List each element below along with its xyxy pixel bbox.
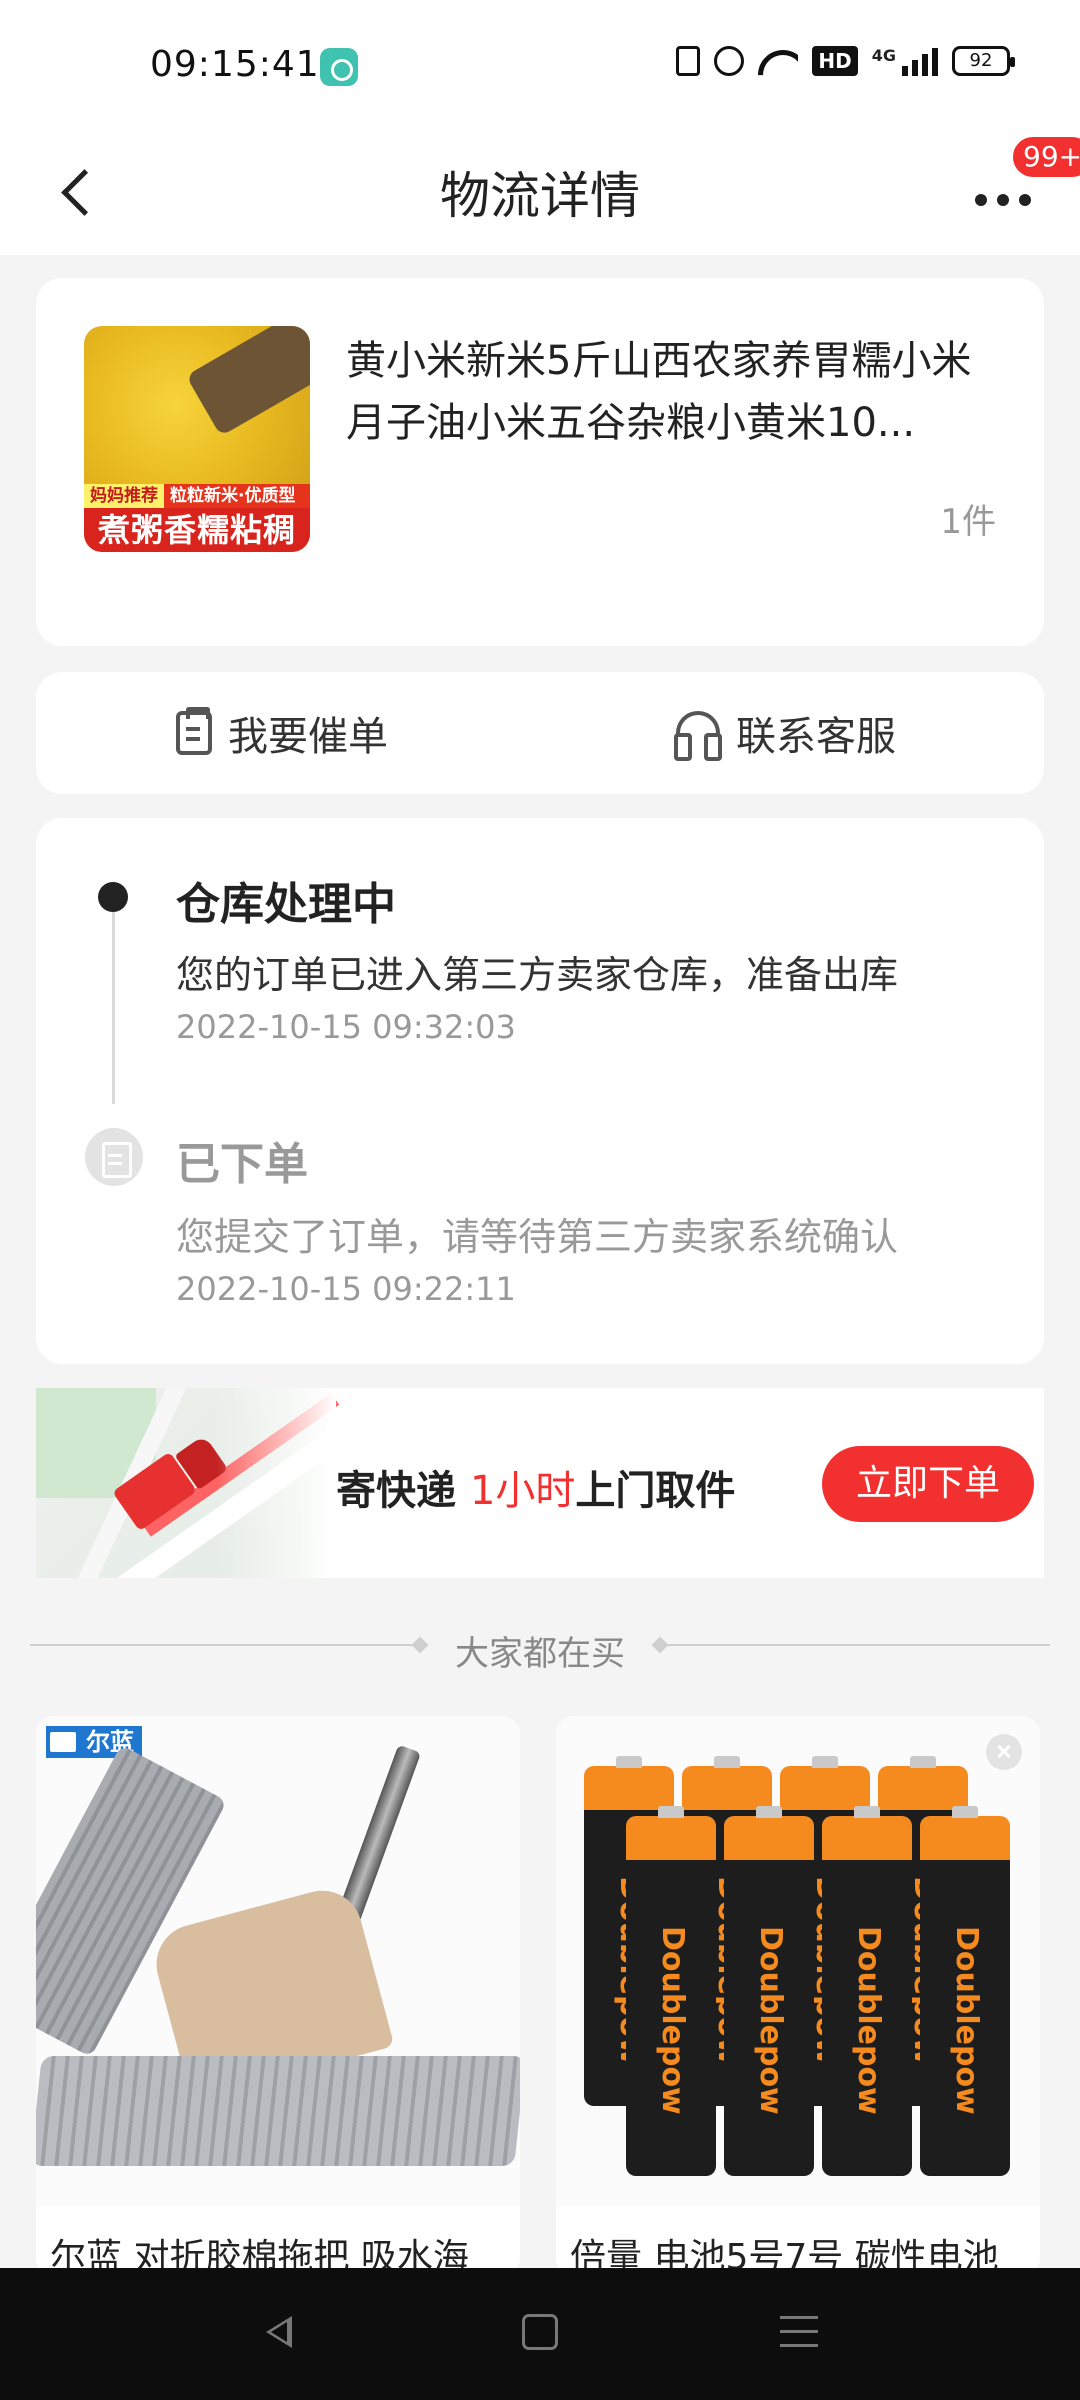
product-card[interactable]: 妈妈推荐 粒粒新米·优质型 煮粥香糯粘稠 黄小米新米5斤山西农家养胃糯小米月子油… bbox=[36, 278, 1044, 646]
step-description: 您的订单已进入第三方卖家仓库，准备出库 bbox=[176, 953, 899, 997]
more-icon[interactable] bbox=[975, 180, 1045, 220]
product-thumbnail[interactable]: 妈妈推荐 粒粒新米·优质型 煮粥香糯粘稠 bbox=[84, 326, 310, 552]
clipboard-icon bbox=[176, 707, 212, 755]
app-notification-icon bbox=[320, 48, 358, 86]
product-name[interactable]: 黄小米新米5斤山西农家养胃糯小米月子油小米五谷杂粮小黄米10... bbox=[346, 330, 996, 454]
contact-service-button[interactable]: 联系客服 bbox=[674, 672, 896, 794]
step-description: 您提交了订单，请等待第三方卖家系统确认 bbox=[176, 1215, 899, 1259]
network-label: 4G bbox=[871, 46, 896, 65]
message-badge: 99+ bbox=[1010, 134, 1080, 180]
timeline-dot-current bbox=[98, 882, 128, 912]
recommend-title: 大家都在买 bbox=[455, 1634, 625, 1674]
step-time: 2022-10-15 09:32:03 bbox=[176, 1008, 516, 1046]
recommend-item[interactable]: 倍量 电池5号7号 碳性电池 bbox=[556, 1716, 1040, 2276]
product-quantity: 1件 bbox=[940, 502, 996, 542]
timeline-line bbox=[112, 894, 115, 1104]
battery-icon: 92 bbox=[952, 46, 1015, 76]
promo-text-suffix: 上门取件 bbox=[575, 1468, 736, 1514]
thumbnail-tag-left: 妈妈推荐 bbox=[84, 484, 164, 508]
signal-icon: 4G bbox=[872, 46, 938, 76]
mop-product-image[interactable]: 尔蓝 bbox=[36, 1716, 520, 2206]
system-navigation-bar bbox=[0, 2268, 1080, 2400]
system-home-icon[interactable] bbox=[522, 2314, 558, 2350]
system-back-icon[interactable] bbox=[260, 2312, 300, 2352]
express-promo-banner[interactable]: 寄快递 1小时上门取件 立即下单 bbox=[36, 1388, 1044, 1578]
action-card: 我要催单 联系客服 bbox=[36, 672, 1044, 794]
thumbnail-tag: 妈妈推荐 粒粒新米·优质型 bbox=[84, 484, 310, 508]
step-title: 仓库处理中 bbox=[176, 879, 396, 930]
nfc-icon bbox=[676, 46, 701, 76]
nav-header: 物流详情 99+ bbox=[0, 130, 1080, 255]
order-now-button[interactable]: 立即下单 bbox=[822, 1446, 1034, 1522]
urge-order-label: 我要催单 bbox=[228, 714, 388, 760]
close-icon[interactable] bbox=[986, 1734, 1022, 1770]
status-icons: HD 4G 92 bbox=[676, 46, 1015, 76]
status-time: 09:15:41 bbox=[150, 44, 320, 85]
map-illustration bbox=[36, 1388, 385, 1578]
order-placed-icon bbox=[85, 1128, 143, 1186]
spoon-image bbox=[185, 326, 310, 437]
thumbnail-tag-right: 粒粒新米·优质型 bbox=[164, 484, 310, 508]
urge-order-button[interactable]: 我要催单 bbox=[176, 672, 388, 794]
headset-icon bbox=[674, 711, 722, 761]
contact-service-label: 联系客服 bbox=[736, 714, 896, 760]
logistics-timeline: 仓库处理中 您的订单已进入第三方卖家仓库，准备出库 2022-10-15 09:… bbox=[36, 818, 1044, 1364]
alarm-icon bbox=[714, 46, 745, 76]
hd-icon: HD bbox=[812, 46, 858, 76]
promo-text-prefix: 寄快递 bbox=[336, 1468, 470, 1514]
system-menu-icon[interactable] bbox=[780, 2316, 818, 2348]
wifi-icon bbox=[758, 46, 798, 76]
recommend-item[interactable]: 尔蓝 尔蓝 对折胶棉拖把 吸水海 bbox=[36, 1716, 520, 2276]
status-bar: 09:15:41 HD 4G 92 bbox=[0, 0, 1080, 130]
battery-product-image[interactable] bbox=[556, 1716, 1040, 2206]
promo-text: 寄快递 1小时上门取件 bbox=[336, 1458, 735, 1516]
step-time: 2022-10-15 09:22:11 bbox=[176, 1270, 516, 1308]
page-title: 物流详情 bbox=[440, 167, 640, 225]
recommend-divider: 大家都在买 bbox=[30, 1620, 1050, 1674]
promo-highlight: 1小时 bbox=[469, 1468, 576, 1514]
thumbnail-banner: 煮粥香糯粘稠 bbox=[84, 508, 310, 552]
step-title: 已下单 bbox=[176, 1139, 308, 1190]
